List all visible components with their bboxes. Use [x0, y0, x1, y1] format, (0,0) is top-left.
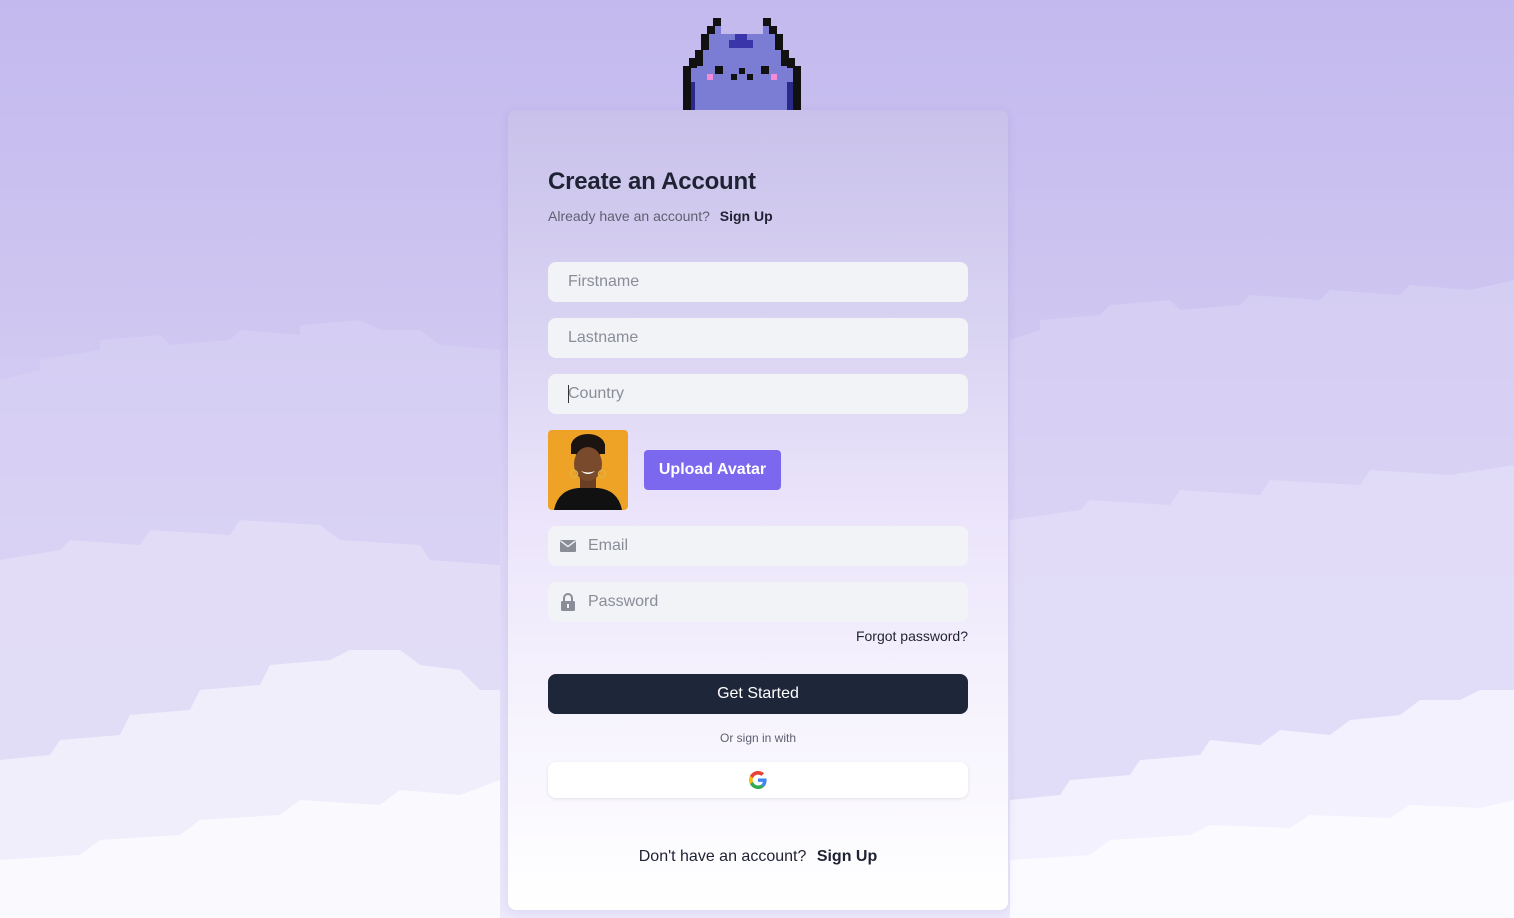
google-icon [749, 771, 767, 789]
password-input[interactable] [588, 582, 968, 622]
country-field [548, 374, 968, 414]
lastname-field [548, 318, 968, 358]
signin-prompt-text: Already have an account? [548, 208, 710, 224]
firstname-input[interactable] [548, 262, 968, 302]
get-started-button[interactable]: Get Started [548, 674, 968, 714]
firstname-field [548, 262, 968, 302]
email-input[interactable] [588, 526, 968, 566]
signin-link[interactable]: Sign Up [720, 208, 773, 224]
signup-card: Create an Account Already have an accoun… [508, 110, 1008, 910]
email-field [548, 526, 968, 566]
google-signin-button[interactable] [548, 762, 968, 798]
text-caret [568, 385, 569, 403]
lock-icon [548, 593, 588, 611]
signup-prompt-text: Don't have an account? [638, 848, 807, 865]
password-field [548, 582, 968, 622]
page-title: Create an Account [548, 168, 756, 195]
upload-avatar-button[interactable]: Upload Avatar [644, 450, 781, 490]
country-input[interactable] [548, 374, 968, 414]
forgot-password-link[interactable]: Forgot password? [856, 628, 968, 644]
signin-prompt: Already have an account? Sign Up [548, 208, 773, 224]
mail-icon [548, 540, 588, 552]
signup-prompt: Don't have an account? Sign Up [508, 848, 1008, 866]
avatar [548, 430, 628, 510]
lastname-input[interactable] [548, 318, 968, 358]
or-sign-in-with-text: Or sign in with [719, 731, 797, 745]
pixel-cat-logo [683, 18, 801, 110]
avatar-photo [548, 430, 628, 510]
signup-link[interactable]: Sign Up [817, 848, 877, 865]
